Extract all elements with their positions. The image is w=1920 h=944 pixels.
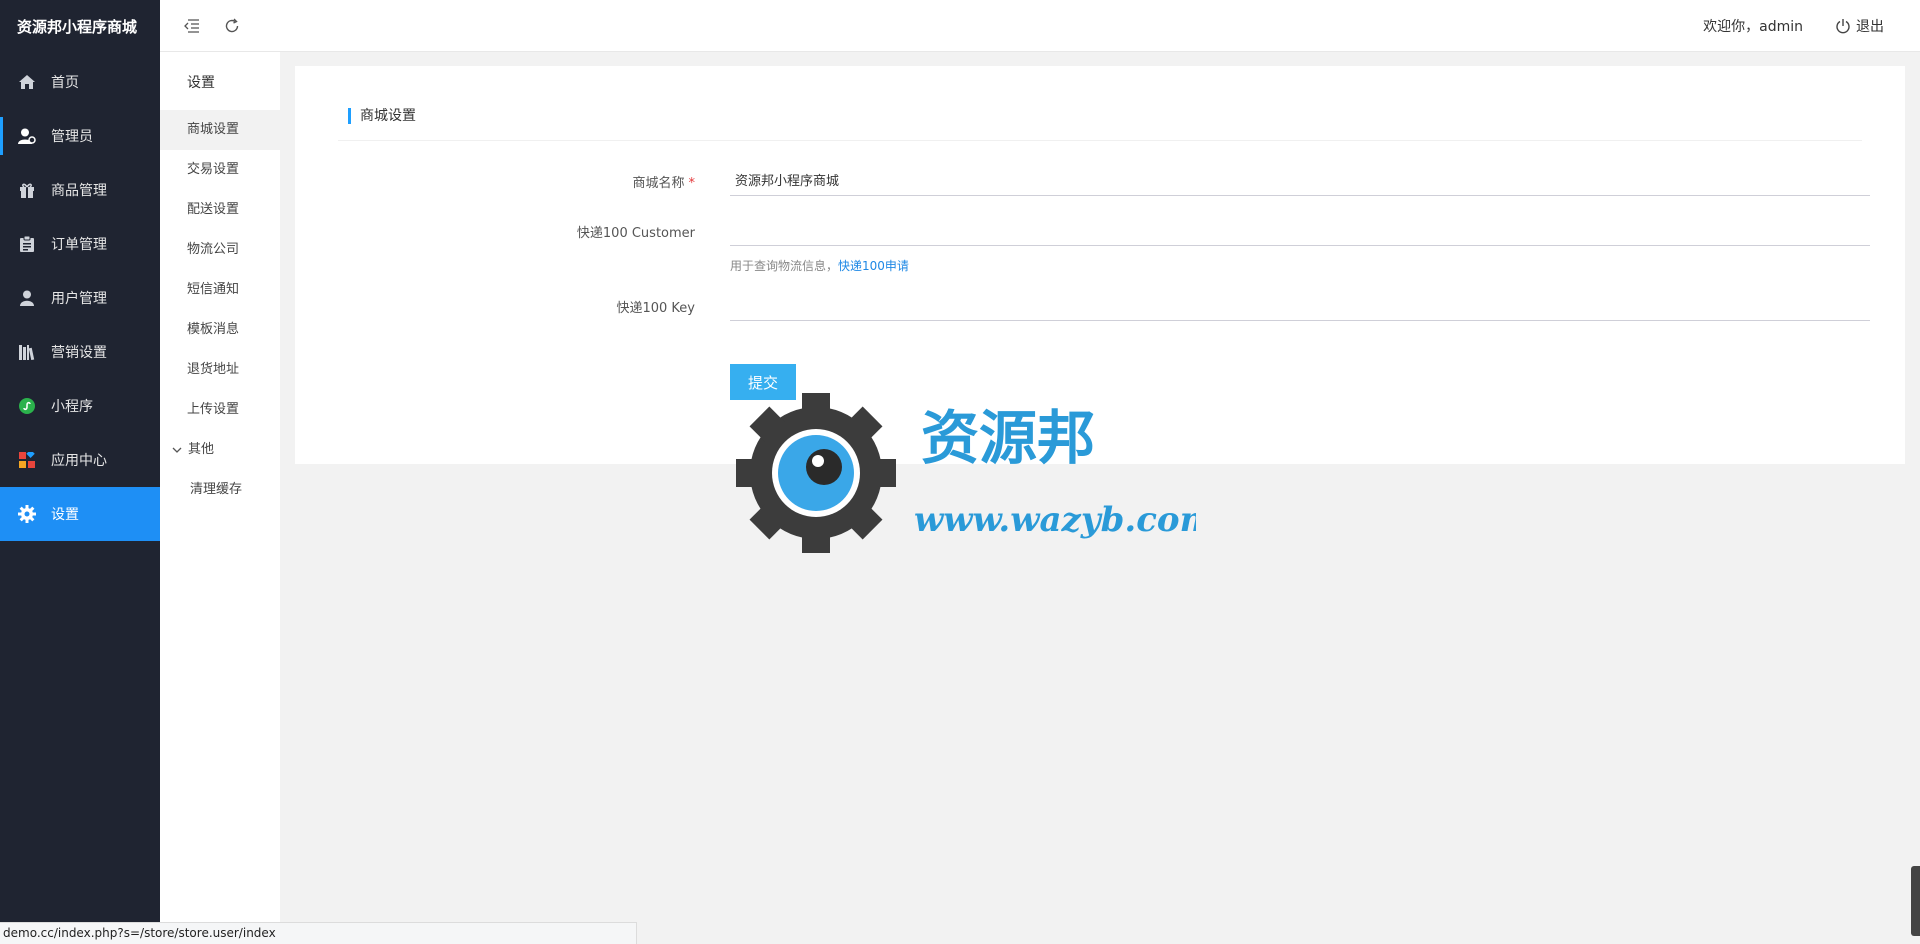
watermark-url: www.wazyb.com [914,500,1196,540]
top-bar: 欢迎你，admin 退出 [160,0,1920,52]
power-icon [1835,18,1851,34]
clipboard-icon [18,235,36,253]
submenu-heading: 设置 [187,75,215,91]
admin-user-icon [18,127,36,145]
sidebar-item-orders[interactable]: 订单管理 [0,217,160,271]
submit-button[interactable]: 提交 [730,364,796,400]
settings-submenu: 设置 商城设置 交易设置 配送设置 物流公司 短信通知 模板消息 退货地址 上传… [160,0,280,944]
submenu-group-other[interactable]: 其他 [160,430,280,470]
help-text: 用于查询物流信息， [730,259,839,273]
sidebar-item-label: 营销设置 [51,345,107,361]
menu-fold-icon [184,18,199,33]
kuaidi-customer-input[interactable] [730,214,1870,246]
sidebar-item-settings[interactable]: 设置 [0,487,160,541]
sidebar-item-miniprogram[interactable]: 小程序 [0,379,160,433]
gear-icon [18,505,36,523]
logout-label: 退出 [1856,18,1884,35]
submenu-item-sms[interactable]: 短信通知 [160,270,280,310]
sidebar-item-apps[interactable]: 应用中心 [0,433,160,487]
submenu-list: 商城设置 交易设置 配送设置 物流公司 短信通知 模板消息 退货地址 上传设置 … [160,110,280,510]
kuaidi-key-input[interactable] [730,289,1870,321]
submenu-item-upload-settings[interactable]: 上传设置 [160,390,280,430]
submenu-item-return-address[interactable]: 退货地址 [160,350,280,390]
form-row-kuaidi-key: 快递100 Key [295,285,1905,325]
submenu-item-store-settings[interactable]: 商城设置 [160,110,280,150]
form-row-store-name: 商城名称 * [295,160,1905,200]
sidebar-item-label: 管理员 [51,129,93,145]
books-icon [18,343,36,361]
gift-icon [18,181,36,199]
card-title: 商城设置 [348,108,416,124]
submenu-item-trade-settings[interactable]: 交易设置 [160,150,280,190]
apps-icon [18,451,36,469]
browser-status-bar: demo.cc/index.php?s=/store/store.user/in… [0,922,637,944]
sidebar-item-label: 小程序 [51,399,93,415]
sidebar-item-goods[interactable]: 商品管理 [0,163,160,217]
store-settings-card: 商城设置 商城名称* 快递100 Customer 用于查询物流信息，快递100… [295,66,1905,464]
sidebar-item-label: 设置 [51,507,79,523]
home-icon [18,73,36,91]
sidebar-item-home[interactable]: 首页 [0,55,160,109]
submenu-item-template-msg[interactable]: 模板消息 [160,310,280,350]
sidebar-item-label: 应用中心 [51,453,107,469]
user-icon [18,289,36,307]
submenu-item-clear-cache[interactable]: 清理缓存 [160,470,280,510]
welcome-text: 欢迎你，admin [1703,18,1803,35]
sidebar-item-admin[interactable]: 管理员 [0,109,160,163]
form-row-kuaidi-customer: 快递100 Customer [295,210,1905,250]
card-divider [338,140,1862,141]
chevron-down-icon [172,447,184,454]
sidebar-item-label: 用户管理 [51,291,107,307]
miniprogram-icon [18,397,36,415]
kuaidi-customer-help: 用于查询物流信息，快递100申请 [730,257,909,274]
kuaidi-customer-label: 快递100 Customer [576,226,695,241]
kuaidi-key-label: 快递100 Key [616,301,695,316]
store-name-input[interactable] [730,164,1870,196]
topbar-user-area: 欢迎你，admin 退出 [1703,16,1920,36]
window-edge-handle [1911,866,1920,936]
store-name-label: 商城名称 * [632,172,695,191]
refresh-icon [225,18,239,32]
sidebar-item-marketing[interactable]: 营销设置 [0,325,160,379]
refresh-button[interactable] [222,16,242,36]
kuaidi-apply-link[interactable]: 快递100申请 [838,259,909,273]
submenu-item-delivery-settings[interactable]: 配送设置 [160,190,280,230]
sidebar-item-label: 商品管理 [51,183,107,199]
sidebar-item-label: 订单管理 [51,237,107,253]
collapse-menu-button[interactable] [182,16,202,36]
required-mark: * [688,176,696,191]
sidebar-item-users[interactable]: 用户管理 [0,271,160,325]
sidebar-item-label: 首页 [51,75,79,91]
logout-button[interactable]: 退出 [1835,16,1884,36]
submenu-item-logistics[interactable]: 物流公司 [160,230,280,270]
submenu-group-label: 其他 [188,442,215,457]
store-name-label-text: 商城名称 [632,176,685,191]
main-sidebar: 资源邦小程序商城 首页 管理员 商品管理 订单管理 用户管理 营销设置 小程序 … [0,0,160,944]
brand-title: 资源邦小程序商城 [17,18,138,36]
